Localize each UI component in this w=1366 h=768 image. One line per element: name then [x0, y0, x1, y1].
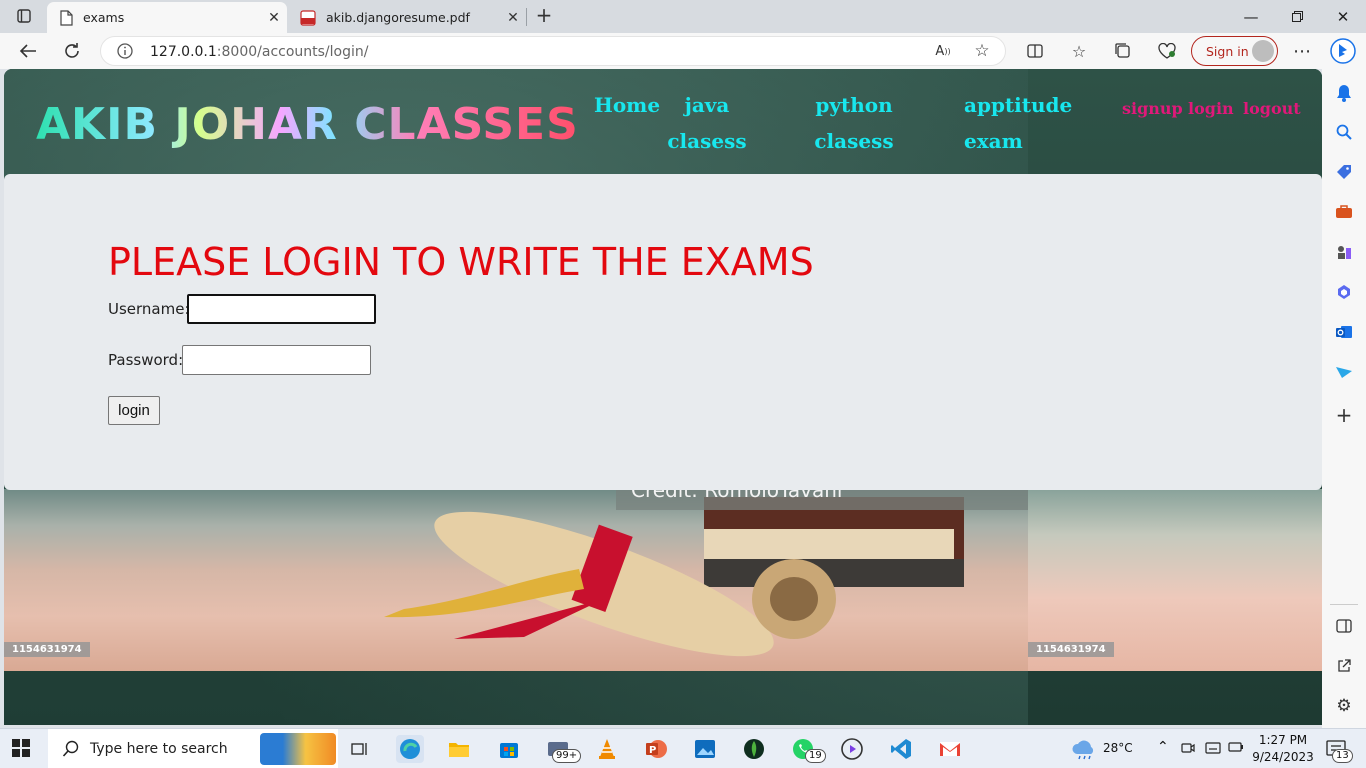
split-screen-icon[interactable] [1020, 36, 1050, 66]
tab-title: exams [83, 10, 125, 25]
notification-count-badge: 13 [1332, 749, 1353, 763]
media-player-icon[interactable] [838, 735, 866, 763]
gmail-icon[interactable] [936, 735, 964, 763]
system-clock[interactable]: 1:27 PM 9/24/2023 [1250, 732, 1316, 766]
weather-icon[interactable] [1070, 735, 1098, 763]
password-input[interactable] [182, 345, 371, 375]
close-window-icon[interactable]: ✕ [1320, 0, 1366, 33]
tab-title: akib.djangoresume.pdf [326, 10, 470, 25]
nav-java-clasess[interactable]: java clasess [664, 87, 750, 159]
search-placeholder: Type here to search [90, 741, 228, 757]
add-sidebar-app-icon[interactable]: + [1332, 403, 1356, 427]
web-page: 1154631974 1154631974 Credit: RomoloTava… [4, 69, 1322, 725]
username-input[interactable] [187, 294, 376, 324]
page-icon [59, 9, 73, 26]
copilot-icon[interactable] [1328, 36, 1358, 66]
battery-icon[interactable] [1228, 741, 1244, 756]
windows-start-icon[interactable] [12, 739, 30, 761]
site-info-icon[interactable] [117, 43, 133, 63]
settings-gear-icon[interactable]: ⚙ [1332, 694, 1356, 718]
shopping-tag-icon[interactable] [1332, 160, 1356, 184]
task-view-icon[interactable] [346, 735, 374, 763]
tab-exams[interactable]: exams ✕ [47, 2, 287, 33]
vscode-icon[interactable] [887, 735, 915, 763]
drop-send-icon[interactable] [1332, 360, 1356, 384]
notifications-bell-icon[interactable] [1332, 81, 1356, 105]
tab-divider [526, 8, 527, 26]
browser-toolbar: 127.0.0.1:8000/accounts/login/ A)) ☆ ☆ S… [0, 33, 1366, 69]
pdf-icon [300, 9, 316, 26]
taskbar-search-box[interactable]: Type here to search [48, 729, 338, 768]
tools-briefcase-icon[interactable] [1332, 200, 1356, 224]
username-label: Username: [108, 300, 190, 318]
tab-strip: exams ✕ akib.djangoresume.pdf ✕ + — ✕ [0, 0, 1366, 33]
search-icon[interactable] [1332, 120, 1356, 144]
edge-sidebar: + ⚙ [1322, 69, 1366, 728]
mongodb-compass-icon[interactable] [740, 735, 768, 763]
nav-python-clasess[interactable]: python clasess [799, 87, 909, 159]
sign-in-button[interactable]: Sign in [1191, 36, 1278, 66]
search-highlight-image [260, 733, 336, 765]
url-text: 127.0.0.1:8000/accounts/login/ [150, 44, 369, 60]
more-options-icon[interactable]: ⋯ [1287, 36, 1317, 66]
favorite-star-icon[interactable]: ☆ [967, 36, 997, 66]
avatar [1252, 40, 1274, 62]
favorites-icon[interactable]: ☆ [1064, 36, 1094, 66]
tab-actions-icon[interactable] [9, 4, 39, 28]
svg-text:P: P [649, 745, 656, 756]
clock-date: 9/24/2023 [1252, 750, 1314, 764]
clock-time: 1:27 PM [1258, 733, 1308, 747]
outlook-icon[interactable] [1332, 320, 1356, 344]
hide-sidebar-icon[interactable] [1332, 614, 1356, 638]
refresh-icon[interactable] [57, 36, 87, 66]
nav-apptitude-exam[interactable]: apptitude exam [964, 87, 1074, 159]
sign-in-label: Sign in [1206, 43, 1249, 59]
close-tab-icon[interactable]: ✕ [261, 10, 287, 26]
photo-id-label: 1154631974 [4, 642, 90, 657]
microsoft-365-icon[interactable] [1332, 280, 1356, 304]
password-label: Password: [108, 351, 184, 369]
vlc-icon[interactable] [593, 735, 621, 763]
logout-link[interactable]: logout [1243, 99, 1301, 118]
external-link-icon[interactable] [1332, 654, 1356, 678]
sidebar-divider [1330, 604, 1358, 605]
login-panel: PLEASE LOGIN TO WRITE THE EXAMS Username… [4, 174, 1322, 490]
new-tab-icon[interactable]: + [533, 4, 555, 28]
powerpoint-icon[interactable]: P [642, 735, 670, 763]
games-chess-icon[interactable] [1332, 240, 1356, 264]
collections-icon[interactable] [1108, 36, 1138, 66]
read-aloud-icon[interactable]: A)) [928, 36, 958, 66]
edge-taskbar-icon[interactable] [396, 735, 424, 763]
tab-pdf[interactable]: akib.djangoresume.pdf ✕ [288, 2, 526, 33]
browser-essentials-icon[interactable] [1152, 36, 1182, 66]
login-button[interactable]: login [108, 396, 160, 425]
nav-home[interactable]: Home [592, 87, 662, 123]
graduation-photo: 1154631974 [4, 489, 1028, 671]
file-explorer-icon[interactable] [445, 735, 473, 763]
minimize-icon[interactable]: — [1228, 0, 1274, 33]
photos-icon[interactable] [691, 735, 719, 763]
search-icon [62, 740, 79, 757]
site-brand[interactable]: AKIB JOHAR CLASSES [36, 99, 579, 150]
whatsapp-badge: 19 [805, 749, 826, 763]
back-icon[interactable] [13, 36, 43, 66]
mail-badge: 99+ [552, 749, 582, 763]
weather-temp[interactable]: 28°C [1103, 741, 1133, 755]
address-bar[interactable]: 127.0.0.1:8000/accounts/login/ [100, 36, 1006, 66]
onedrive-icon[interactable] [1205, 741, 1221, 758]
restore-icon[interactable] [1274, 0, 1320, 33]
login-link[interactable]: login [1188, 99, 1234, 118]
photo-id-label: 1154631974 [1028, 642, 1114, 657]
meet-now-icon[interactable] [1181, 741, 1195, 758]
graduation-photo-right: 1154631974 [1028, 489, 1322, 671]
close-tab-icon[interactable]: ✕ [500, 10, 526, 26]
signup-link[interactable]: signup [1122, 99, 1183, 118]
show-hidden-icons-chevron-icon[interactable]: ⌃ [1157, 739, 1169, 755]
microsoft-store-icon[interactable] [495, 735, 523, 763]
windows-taskbar: Type here to search 99+ P 19 28°C ⌃ 1:27… [0, 728, 1366, 768]
page-title: PLEASE LOGIN TO WRITE THE EXAMS [108, 240, 814, 284]
